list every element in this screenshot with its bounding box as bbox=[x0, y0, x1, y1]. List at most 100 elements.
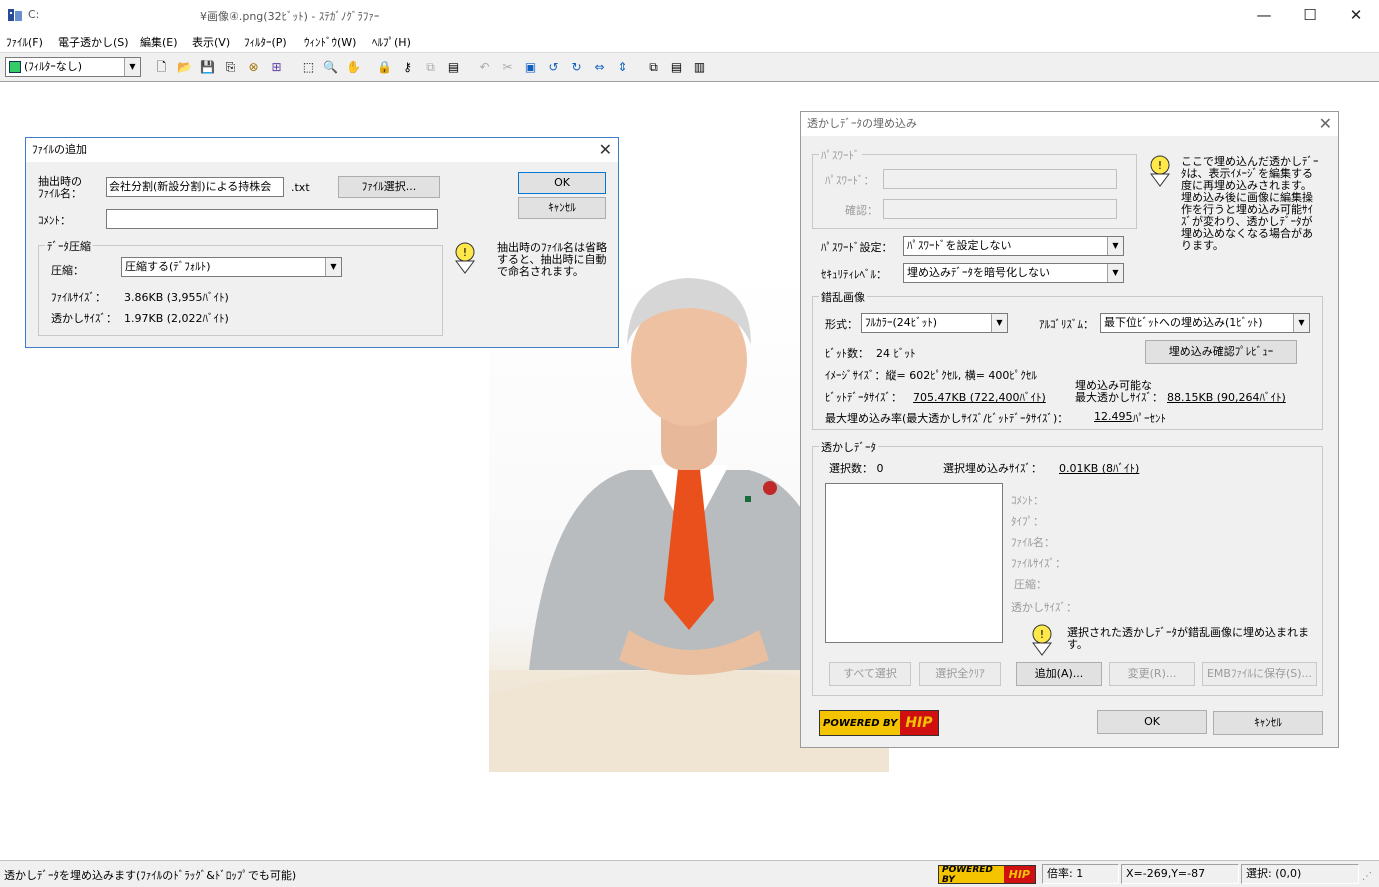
bitdata-value: 705.47KB (722,400ﾊﾞｲﾄ) bbox=[913, 391, 1046, 404]
change-button[interactable]: 変更(R)... bbox=[1109, 662, 1195, 686]
new-file-icon[interactable]: 🗋 bbox=[151, 57, 172, 78]
algorithm-value: 最下位ﾋﾞｯﾄへの埋め込み(1ﾋﾞｯﾄ) bbox=[1104, 316, 1263, 329]
window-path: C: bbox=[28, 8, 40, 21]
security-label: ｾｷｭﾘﾃｨﾚﾍﾞﾙ： bbox=[821, 268, 887, 281]
menu-help[interactable]: ﾍﾙﾌﾟ(H) bbox=[372, 34, 411, 50]
key-icon[interactable]: ⚷ bbox=[397, 57, 418, 78]
embed-ok-button[interactable]: OK bbox=[1097, 710, 1207, 734]
max-size-label-2: 最大透かしｻｲｽﾞ： bbox=[1075, 391, 1163, 404]
ok-button[interactable]: OK bbox=[518, 172, 606, 194]
tile-horizontal-icon[interactable]: ▤ bbox=[666, 57, 687, 78]
export-icon[interactable]: ⎘ bbox=[220, 57, 241, 78]
pw-setting-value: ﾊﾟｽﾜｰﾄﾞを設定しない bbox=[907, 239, 1012, 252]
save-emb-button[interactable]: EMBﾌｧｲﾙに保存(S)... bbox=[1202, 662, 1317, 686]
watermark-list[interactable] bbox=[825, 483, 1003, 643]
add-button[interactable]: 追加(A)... bbox=[1016, 662, 1102, 686]
ratio-label: 最大埋め込み率(最大透かしｻｲｽﾞ/ﾋﾞｯﾄﾃﾞｰﾀｻｲｽﾞ)： bbox=[825, 412, 1069, 425]
lock-icon[interactable]: 🔒 bbox=[374, 57, 395, 78]
close-button[interactable]: ✕ bbox=[1333, 0, 1379, 31]
compress-group: ﾃﾞｰﾀ圧縮 圧縮： 圧縮する(ﾃﾞﾌｫﾙﾄ) ▼ ﾌｧｲﾙｻｲｽﾞ： 3.86… bbox=[38, 238, 443, 336]
embed-preview-button[interactable]: 埋め込み確認ﾌﾟﾚﾋﾞｭｰ bbox=[1145, 340, 1297, 364]
lightbulb-hint-icon: ! bbox=[1149, 154, 1175, 188]
format-label: 形式： bbox=[825, 318, 858, 331]
tile-vertical-icon[interactable]: ▥ bbox=[689, 57, 710, 78]
pw-setting-select[interactable]: ﾊﾟｽﾜｰﾄﾞを設定しない ▼ bbox=[903, 236, 1124, 256]
wm-group-label: 透かしﾃﾞｰﾀ bbox=[819, 439, 878, 455]
compress-select-value: 圧縮する(ﾃﾞﾌｫﾙﾄ) bbox=[125, 260, 211, 273]
resize-grip-icon[interactable]: ⋰ bbox=[1362, 871, 1372, 882]
detail-compress-label: 圧縮： bbox=[1014, 578, 1047, 591]
minimize-button[interactable]: — bbox=[1241, 0, 1287, 31]
comment-label: ｺﾒﾝﾄ： bbox=[38, 214, 71, 227]
clear-all-button[interactable]: 選択全ｸﾘｱ bbox=[919, 662, 1001, 686]
compress-group-label: ﾃﾞｰﾀ圧縮 bbox=[45, 238, 93, 254]
cascade-icon[interactable]: ⧉ bbox=[643, 57, 664, 78]
crop-icon[interactable]: ▣ bbox=[520, 57, 541, 78]
status-message: 透かしﾃﾞｰﾀを埋め込みます(ﾌｧｲﾙのﾄﾞﾗｯｸﾞ&ﾄﾞﾛｯﾌﾟでも可能) bbox=[4, 869, 297, 882]
rotate-left-icon[interactable]: ↺ bbox=[543, 57, 564, 78]
zoom-indicator: 倍率: 1 bbox=[1042, 864, 1119, 884]
menu-file[interactable]: ﾌｧｲﾙ(F) bbox=[6, 34, 43, 50]
lightbulb-hint-icon: ! bbox=[1031, 623, 1057, 657]
algorithm-select[interactable]: 最下位ﾋﾞｯﾄへの埋め込み(1ﾋﾞｯﾄ) ▼ bbox=[1100, 313, 1310, 333]
embed-close-icon[interactable]: ✕ bbox=[1319, 114, 1332, 133]
image-size: ｲﾒｰｼﾞｻｲｽﾞ：縦= 602ﾋﾟｸｾﾙ, 横= 400ﾋﾟｸｾﾙ bbox=[825, 369, 1037, 382]
maximize-button[interactable]: ☐ bbox=[1287, 0, 1333, 31]
embed-cancel-button[interactable]: ｷｬﾝｾﾙ bbox=[1213, 711, 1323, 735]
cipher-group-label: 錯乱画像 bbox=[819, 289, 867, 305]
cancel-button[interactable]: ｷｬﾝｾﾙ bbox=[518, 197, 606, 219]
confirm-label: 確認： bbox=[845, 204, 878, 217]
add-file-close-icon[interactable]: ✕ bbox=[599, 140, 612, 159]
rotate-right-icon[interactable]: ↻ bbox=[566, 57, 587, 78]
menu-window[interactable]: ｳｨﾝﾄﾞｳ(W) bbox=[304, 34, 356, 50]
bit-count-value: 24 ﾋﾞｯﾄ bbox=[876, 347, 916, 360]
selected-size-value: 0.01KB (8ﾊﾞｲﾄ) bbox=[1059, 462, 1140, 475]
chevron-down-icon: ▼ bbox=[1107, 237, 1123, 255]
password-input[interactable] bbox=[883, 169, 1117, 189]
select-all-button[interactable]: すべて選択 bbox=[829, 662, 911, 686]
add-file-dialog: ﾌｧｲﾙの追加 ✕ 抽出時の ﾌｧｲﾙ名： 会社分割(新設分割)による持株会 .… bbox=[25, 137, 619, 348]
hand-icon[interactable]: ✋ bbox=[343, 57, 364, 78]
menu-edit[interactable]: 編集(E) bbox=[140, 34, 178, 50]
cursor-coords: X=-269,Y=-87 bbox=[1121, 864, 1239, 884]
status-hip-logo: POWERED BY HIP bbox=[938, 865, 1036, 884]
status-bar: 透かしﾃﾞｰﾀを埋め込みます(ﾌｧｲﾙのﾄﾞﾗｯｸﾞ&ﾄﾞﾛｯﾌﾟでも可能) P… bbox=[0, 860, 1379, 887]
file-select-button[interactable]: ﾌｧｲﾙ選択... bbox=[338, 176, 440, 198]
wm-size-label: 透かしｻｲｽﾞ： bbox=[51, 312, 117, 325]
properties-icon[interactable]: ▤ bbox=[443, 57, 464, 78]
selected-size-label: 選択埋め込みｻｲｽﾞ： bbox=[943, 462, 1042, 475]
zoom-icon[interactable]: 🔍 bbox=[320, 57, 341, 78]
menu-view[interactable]: 表示(V) bbox=[192, 34, 230, 50]
watermark-data-group: 透かしﾃﾞｰﾀ 選択数： 0 選択埋め込みｻｲｽﾞ： 0.01KB (8ﾊﾞｲﾄ… bbox=[812, 439, 1323, 696]
embed-icon[interactable]: ⊗ bbox=[243, 57, 264, 78]
filter-select[interactable]: (ﾌｨﾙﾀｰなし) ▼ bbox=[5, 57, 141, 77]
compress-select[interactable]: 圧縮する(ﾃﾞﾌｫﾙﾄ) ▼ bbox=[121, 257, 342, 277]
format-value: ﾌﾙｶﾗｰ(24ﾋﾞｯﾄ) bbox=[865, 316, 938, 329]
cut-icon[interactable]: ✂ bbox=[497, 57, 518, 78]
max-size-value: 88.15KB (90,264ﾊﾞｲﾄ) bbox=[1167, 391, 1286, 404]
extract-filename-input[interactable]: 会社分割(新設分割)による持株会 bbox=[106, 177, 284, 197]
save-icon[interactable]: 💾 bbox=[197, 57, 218, 78]
password-group-label: ﾊﾟｽﾜｰﾄﾞ bbox=[819, 147, 862, 163]
chevron-down-icon: ▼ bbox=[325, 258, 341, 276]
chevron-down-icon: ▼ bbox=[991, 314, 1007, 332]
app-icon[interactable] bbox=[7, 8, 23, 22]
confirm-input[interactable] bbox=[883, 199, 1117, 219]
comment-input[interactable] bbox=[106, 209, 438, 229]
menu-watermark[interactable]: 電子透かし(S) bbox=[58, 34, 129, 50]
extract-icon[interactable]: ⊞ bbox=[266, 57, 287, 78]
detail-filename-label: ﾌｧｲﾙ名： bbox=[1011, 536, 1055, 549]
undo-icon[interactable]: ↶ bbox=[474, 57, 495, 78]
open-folder-icon[interactable]: 📂 bbox=[174, 57, 195, 78]
wm-size-value: 1.97KB (2,022ﾊﾞｲﾄ) bbox=[124, 312, 229, 325]
flip-vertical-icon[interactable]: ⇕ bbox=[612, 57, 633, 78]
chevron-down-icon: ▼ bbox=[1293, 314, 1309, 332]
menu-filter[interactable]: ﾌｨﾙﾀｰ(P) bbox=[244, 34, 287, 50]
copy-icon[interactable]: ⧉ bbox=[420, 57, 441, 78]
file-size-value: 3.86KB (3,955ﾊﾞｲﾄ) bbox=[124, 291, 229, 304]
flip-horizontal-icon[interactable]: ⇔ bbox=[589, 57, 610, 78]
security-select[interactable]: 埋め込みﾃﾞｰﾀを暗号化しない ▼ bbox=[903, 263, 1124, 283]
selection-indicator: 選択: (0,0) bbox=[1241, 864, 1359, 884]
format-select[interactable]: ﾌﾙｶﾗｰ(24ﾋﾞｯﾄ) ▼ bbox=[861, 313, 1008, 333]
select-rect-icon[interactable]: ⬚ bbox=[298, 57, 319, 78]
